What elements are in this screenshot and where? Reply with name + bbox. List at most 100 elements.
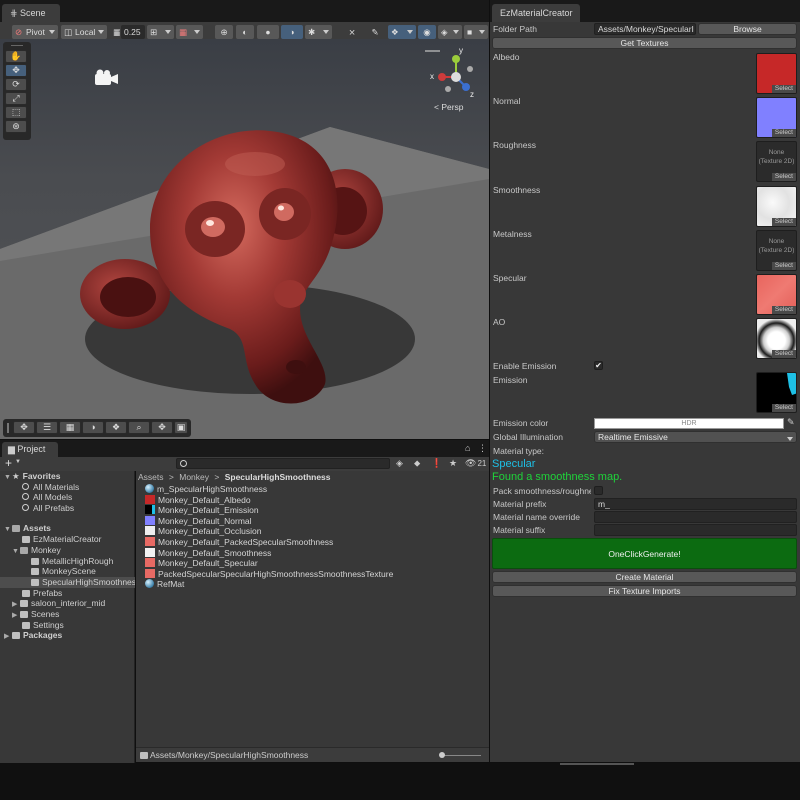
file-item[interactable]: Monkey_Default_Smoothness	[145, 547, 271, 559]
orientation-gizmo[interactable]: x y z	[420, 46, 480, 105]
folder-path-field[interactable]: Assets/Monkey/SpecularI	[594, 23, 696, 35]
overlay-layers-icon[interactable]: ❖	[105, 421, 127, 434]
texture-slot-smooth[interactable]: Select	[756, 185, 797, 227]
file-item[interactable]: Monkey_Default_Occlusion	[145, 526, 261, 537]
overlay-align-icon[interactable]: ☰	[36, 421, 58, 434]
effects-dropdown[interactable]: ❖	[388, 25, 416, 39]
folder-monkeyscene[interactable]: MonkeyScene	[31, 566, 96, 577]
create-material-button[interactable]: Create Material	[492, 571, 797, 583]
pack-smoothness-checkbox[interactable]	[594, 486, 603, 495]
overlay-move-icon[interactable]: ✥	[13, 421, 35, 434]
local-dropdown[interactable]: ◫ Local	[61, 25, 107, 39]
overlay-camera-icon[interactable]: ▣	[174, 421, 188, 434]
file-item[interactable]: Monkey_Default_Albedo	[145, 494, 251, 506]
emission-texture-slot[interactable]: Select	[756, 372, 797, 413]
texture-slot-none[interactable]: None (Texture 2D) Select	[756, 229, 797, 271]
folder-scenes[interactable]: ▶ Scenes	[12, 609, 59, 620]
browse-button[interactable]: Browse	[698, 23, 797, 35]
texture-slot-albedo[interactable]: Select	[756, 53, 797, 94]
favorite-all-prefabs[interactable]: All Prefabs	[22, 503, 74, 514]
tab-project[interactable]: ▆ Project	[2, 442, 58, 457]
shading-wire-icon[interactable]: ◐	[236, 25, 254, 39]
label-filter-icon[interactable]: ⬥	[414, 458, 420, 469]
snap-settings-button[interactable]: ⊞	[147, 25, 174, 39]
suffix-input[interactable]	[594, 524, 797, 536]
folder-ezmaterialcreator[interactable]: EzMaterialCreator	[22, 534, 102, 545]
search-by-type-icon[interactable]: ◈	[396, 458, 403, 469]
overlay-shading-icon[interactable]: ◑	[82, 421, 104, 434]
add-button[interactable]: +	[5, 456, 12, 470]
icon-size-slider[interactable]	[439, 752, 481, 758]
select-button[interactable]: Select	[771, 129, 796, 138]
global-icon[interactable]: ⊕	[215, 25, 233, 39]
debug-draw-button[interactable]: ✱	[305, 25, 332, 39]
folder-monkey[interactable]: ▼ Monkey	[12, 545, 61, 556]
select-button[interactable]: Select	[771, 350, 796, 359]
texture-slot-spec[interactable]: Select	[756, 274, 797, 315]
shading-shaded-icon[interactable]: ◑	[281, 25, 303, 39]
rotate-tool-icon[interactable]: ⟳	[5, 78, 27, 91]
folder-saloon-interior-mid[interactable]: ▶ saloon_interior_mid	[12, 598, 105, 609]
pivot-dropdown[interactable]: ⊘ Pivot	[12, 25, 58, 39]
scene-viewport[interactable]: ✋ ✥ ⟳ ⤢ ⬚ ⊛ x y z < Persp ✥ ☰ ▦ ◑ ❖ ⌕ ✥ …	[0, 39, 489, 439]
name-override-input[interactable]	[594, 511, 797, 523]
get-textures-button[interactable]: Get Textures	[492, 37, 797, 49]
scale-tool-icon[interactable]: ⤢	[5, 92, 27, 105]
file-item[interactable]: Monkey_Default_Normal	[145, 515, 252, 527]
select-button[interactable]: Select	[771, 261, 796, 270]
snap-value-field[interactable]: 0.25	[121, 25, 145, 39]
scene-visibility-icon[interactable]: ◉	[418, 25, 436, 39]
project-search-input[interactable]	[176, 458, 390, 469]
fix-texture-imports-button[interactable]: Fix Texture Imports	[492, 585, 797, 597]
add-dropdown-icon[interactable]: ▼	[15, 459, 21, 465]
file-item[interactable]: PackedSpecularSpecularHighSmoothnessSmoo…	[145, 568, 393, 580]
packages-header[interactable]: ▶ Packages	[4, 630, 62, 641]
one-click-generate-button[interactable]: OneClickGenerate!	[492, 538, 797, 569]
assets-header[interactable]: ▼ Assets	[4, 523, 51, 534]
hidden-packages-eye-icon[interactable]: 👁21	[465, 458, 486, 469]
breadcrumb-assets[interactable]: Assets	[138, 472, 164, 482]
file-item[interactable]: Monkey_Default_Emission	[145, 505, 259, 516]
select-button[interactable]: Select	[771, 306, 796, 314]
favorite-star-icon[interactable]: ★	[449, 458, 457, 469]
breadcrumb-current[interactable]: SpecularHighSmoothness	[225, 472, 331, 482]
favorites-header[interactable]: ▼★ Favorites	[4, 471, 60, 482]
layers-dropdown[interactable]: ◈	[438, 25, 462, 39]
transform-tool-icon[interactable]: ⊛	[5, 120, 27, 133]
prefix-input[interactable]: m_	[594, 498, 797, 510]
emission-color-field[interactable]: HDR	[594, 418, 784, 429]
shading-solid-icon[interactable]: ●	[257, 25, 279, 39]
grid-visibility-button[interactable]: ▦	[176, 25, 203, 39]
overlay-transform-icon[interactable]: ✥	[151, 421, 173, 434]
lock-icon[interactable]: ⌂	[465, 443, 470, 453]
file-item[interactable]: m_SpecularHighSmoothness	[145, 484, 267, 495]
audio-toggle-icon[interactable]: ✎	[366, 25, 384, 39]
slider-handle[interactable]	[439, 752, 445, 758]
breadcrumb-monkey[interactable]: Monkey	[179, 472, 209, 482]
texture-slot-none[interactable]: None (Texture 2D) Select	[756, 141, 797, 183]
eyedropper-icon[interactable]: ✎	[787, 417, 795, 428]
gi-dropdown[interactable]: Realtime Emissive	[594, 431, 797, 443]
camera-dropdown[interactable]: ■	[464, 25, 488, 39]
texture-slot-ao[interactable]: Select	[756, 318, 797, 360]
file-item[interactable]: Monkey_Default_Specular	[145, 558, 258, 569]
rect-tool-icon[interactable]: ⬚	[5, 106, 27, 119]
enable-emission-checkbox[interactable]: ✔	[594, 361, 603, 370]
2d-toggle-icon[interactable]: ⨯	[342, 25, 362, 39]
overlay-search-icon[interactable]: ⌕	[128, 421, 150, 434]
move-tool-icon[interactable]: ✥	[5, 64, 27, 77]
select-button[interactable]: Select	[771, 217, 796, 226]
tab-ezmaterialcreator[interactable]: EzMaterialCreator	[492, 4, 580, 22]
select-button[interactable]: Select	[771, 173, 796, 182]
overlay-grid-icon[interactable]: ▦	[59, 421, 81, 434]
grid-snap-icon[interactable]: ▦	[110, 25, 120, 39]
folder-specularhighsmoothness[interactable]: SpecularHighSmoothness	[0, 577, 135, 588]
file-item[interactable]: Monkey_Default_PackedSpecularSmoothness	[145, 537, 333, 548]
select-button[interactable]: Select	[771, 85, 796, 93]
favorite-all-models[interactable]: All Models	[22, 492, 72, 503]
file-item[interactable]: RefMat	[145, 579, 184, 590]
more-menu-icon[interactable]: ⋮	[478, 443, 487, 454]
select-button[interactable]: Select	[771, 404, 796, 412]
texture-slot-normal[interactable]: Select	[756, 97, 797, 139]
tab-scene[interactable]: ⋕ Scene	[2, 4, 60, 22]
